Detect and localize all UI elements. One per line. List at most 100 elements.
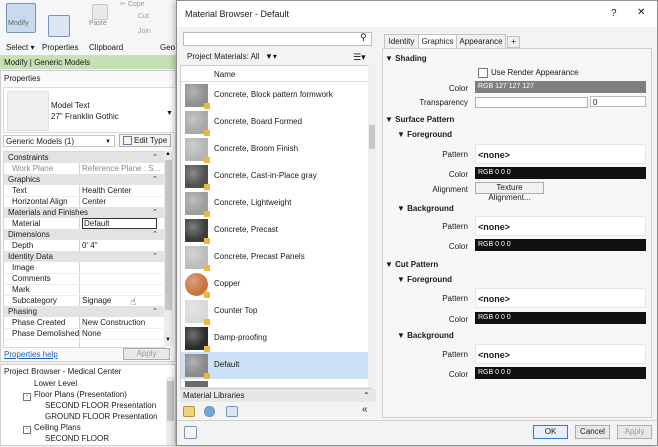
cut-fg-pattern-field[interactable]: <none>	[475, 288, 646, 308]
help-button[interactable]: ?	[611, 8, 617, 19]
texture-alignment-button[interactable]: Texture Alignment...	[475, 182, 544, 202]
shading-section[interactable]: ▼ Shading	[385, 54, 427, 63]
property-value[interactable]: Health Center	[82, 185, 131, 196]
material-item[interactable]: Concrete, Cast-in-Place gray	[181, 163, 370, 191]
property-group[interactable]: Graphics ⌃	[4, 174, 164, 185]
properties-tool-label[interactable]: Properties	[42, 43, 78, 52]
search-icon[interactable]: ⚲	[360, 32, 367, 43]
ok-button[interactable]: OK	[533, 425, 568, 439]
surface-foreground-section[interactable]: ▼ Foreground	[397, 130, 452, 139]
modify-tool-icon[interactable]	[6, 3, 36, 33]
library-add-icon[interactable]	[183, 406, 195, 417]
cancel-button[interactable]: Cancel	[575, 425, 610, 439]
collapse-left-icon[interactable]: «	[362, 404, 368, 415]
shading-color-swatch[interactable]: RGB 127 127 127	[475, 81, 646, 93]
select-dropdown[interactable]: Select ▾	[6, 43, 34, 52]
collapse-icon[interactable]: ⌃	[152, 229, 158, 240]
surface-pattern-section[interactable]: ▼ Surface Pattern	[385, 115, 454, 124]
property-group[interactable]: Materials and Finishes ⌃	[4, 207, 164, 218]
cut-bg-color-swatch[interactable]: RGB 0 0 0	[475, 367, 646, 379]
tab-graphics[interactable]: Graphics	[418, 34, 457, 49]
filter-icon[interactable]: ▼▾	[265, 50, 277, 64]
tree-item[interactable]: Lower Level	[34, 379, 77, 389]
tree-item[interactable]: GROUND FLOOR Presentation	[45, 412, 157, 422]
material-libraries-bar[interactable]: Material Libraries ⌃	[180, 389, 376, 402]
collapse-icon[interactable]: ⌃	[152, 251, 158, 262]
transparency-slider[interactable]	[475, 97, 588, 108]
tab-appearance[interactable]: Appearance	[456, 34, 506, 49]
transparency-field[interactable]: 0	[590, 96, 646, 107]
surface-bg-color-swatch[interactable]: RGB 0 0 0	[475, 239, 646, 251]
material-item[interactable]: Default	[181, 352, 370, 380]
paste-label[interactable]: Paste	[89, 20, 107, 27]
cut-foreground-section[interactable]: ▼ Foreground	[397, 275, 452, 284]
asset-browser-icon[interactable]	[184, 426, 197, 439]
paste-icon[interactable]	[92, 4, 108, 20]
browser-scrollbar[interactable]	[166, 377, 175, 445]
open-asset-icon[interactable]	[226, 406, 238, 417]
search-input[interactable]	[185, 33, 359, 45]
chevron-down-icon[interactable]: ▼	[105, 136, 111, 148]
property-value[interactable]: 0' 4"	[82, 240, 98, 251]
surface-fg-pattern-field[interactable]: <none>	[475, 144, 646, 164]
material-item[interactable]: Concrete, Precast	[181, 217, 370, 245]
property-value[interactable]: Center	[82, 196, 106, 207]
cope-label[interactable]: ✂ Cope	[120, 0, 145, 8]
material-item[interactable]: Concrete, Board Formed	[181, 109, 370, 137]
material-item[interactable]: Concrete, Precast Panels	[181, 244, 370, 272]
materials-scrollbar[interactable]	[368, 65, 376, 387]
tree-item[interactable]: SECOND FLOOR Presentation	[45, 401, 156, 411]
use-render-checkbox[interactable]	[478, 68, 488, 78]
properties-tool-icon[interactable]	[48, 15, 70, 37]
collapse-icon[interactable]: ⌃	[152, 174, 158, 185]
property-group[interactable]: Constraints ⌃	[4, 152, 164, 163]
surface-fg-color-swatch[interactable]: RGB 0 0 0	[475, 167, 646, 179]
apply-button[interactable]: Apply	[617, 425, 652, 439]
property-row[interactable]: Phase Demolished None	[4, 328, 162, 340]
property-group[interactable]: Phasing ⌃	[4, 306, 164, 317]
scroll-thumb[interactable]	[369, 125, 375, 149]
collapse-icon[interactable]: ⌃	[152, 306, 158, 317]
tree-item[interactable]: SECOND FLOOR	[45, 434, 109, 444]
cut-bg-pattern-field[interactable]: <none>	[475, 344, 646, 364]
material-item[interactable]: Concrete, Broom Finish	[181, 136, 370, 164]
chevron-down-icon[interactable]: ▼	[166, 110, 173, 117]
properties-help-link[interactable]: Properties help	[4, 350, 58, 359]
edit-type-button[interactable]: Edit Type	[119, 134, 171, 147]
material-item[interactable]: Concrete, Block pattern formwork	[181, 82, 370, 110]
search-box[interactable]: ⚲	[183, 32, 372, 46]
property-value[interactable]: Default	[82, 218, 157, 229]
material-item[interactable]: Counter Top	[181, 298, 370, 326]
material-item[interactable]: Copper	[181, 271, 370, 299]
scroll-up-icon[interactable]: ▲	[165, 151, 171, 157]
collapse-box-icon[interactable]: -	[23, 393, 31, 401]
property-value[interactable]: New Construction	[82, 317, 145, 328]
name-column-header[interactable]: Name	[214, 70, 235, 79]
grid-scrollbar[interactable]: ▲ ▼	[164, 151, 173, 346]
collapse-up-icon[interactable]: ⌃	[363, 389, 370, 402]
surface-bg-pattern-field[interactable]: <none>	[475, 216, 646, 236]
properties-apply-button[interactable]: Apply	[123, 348, 170, 360]
tab-add[interactable]: +	[507, 36, 520, 48]
cut-fg-color-swatch[interactable]: RGB 0 0 0	[475, 312, 646, 324]
join-label[interactable]: Join	[138, 28, 151, 35]
cut-label[interactable]: Cut	[138, 13, 149, 20]
tab-identity[interactable]: Identity	[384, 34, 419, 49]
property-value[interactable]: None	[82, 328, 101, 339]
type-selector[interactable]: Model Text 27" Franklin Gothic ▼	[3, 87, 176, 133]
create-material-icon[interactable]	[204, 406, 215, 417]
property-value[interactable]: Reference Plane : S...	[82, 163, 160, 174]
cut-pattern-section[interactable]: ▼ Cut Pattern	[385, 260, 438, 269]
material-item[interactable]: Concrete, Lightweight	[181, 190, 370, 218]
material-item[interactable]: Damp-proofing	[181, 325, 370, 353]
property-group[interactable]: Identity Data ⌃	[4, 251, 164, 262]
collapse-icon[interactable]: ⌃	[152, 152, 158, 163]
view-options-icon[interactable]: ☰▾	[353, 50, 366, 64]
scroll-thumb[interactable]	[167, 381, 174, 421]
surface-background-section[interactable]: ▼ Background	[397, 204, 454, 213]
scroll-down-icon[interactable]: ▼	[165, 337, 171, 343]
collapse-icon[interactable]: ⌃	[152, 207, 158, 218]
scroll-thumb[interactable]	[165, 160, 172, 310]
collapse-box-icon[interactable]: -	[23, 426, 31, 434]
tree-item[interactable]: - Floor Plans (Presentation)	[23, 390, 127, 401]
